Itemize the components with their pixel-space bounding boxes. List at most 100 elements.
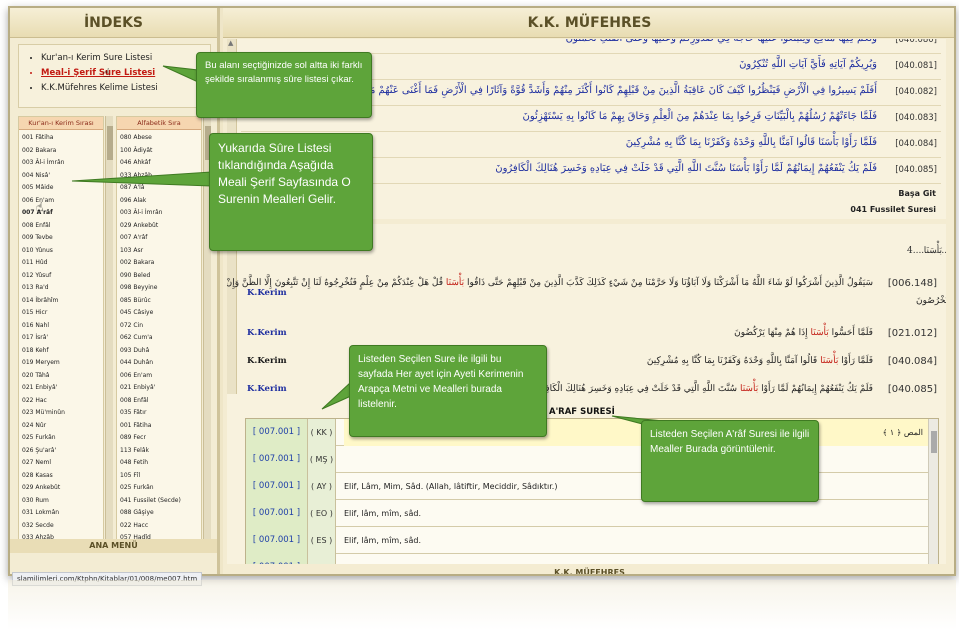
sure-list-item[interactable]: 090 Beled	[120, 270, 201, 283]
sure-list-item[interactable]: 088 Gâşiye	[120, 507, 201, 520]
sure-list-item[interactable]: 020 Tâhâ	[22, 370, 103, 383]
arabic-before: فَلَمَّا أَحَسُّوا	[831, 328, 873, 338]
meal-text	[344, 446, 929, 473]
sure-list-item[interactable]: 024 Nûr	[22, 420, 103, 433]
sure-list-item[interactable]: 017 İsrâ'	[22, 332, 103, 345]
sure-list-item[interactable]: 016 Nahl	[22, 320, 103, 333]
sure-list-item[interactable]: 100 Âdiyât	[120, 145, 201, 158]
quran-order-scrollbar[interactable]	[105, 116, 113, 548]
sure-list-item[interactable]: 026 Şu'arâ'	[22, 445, 103, 458]
kkerim-link[interactable]: K.Kerim	[247, 356, 287, 366]
sure-list-item[interactable]: 080 Abese	[120, 132, 201, 145]
sure-list-item[interactable]: 046 Ahkâf	[120, 157, 201, 170]
sure-list-item[interactable]: 030 Rum	[22, 495, 103, 508]
arabic-before: فَلَمْ يَكُ يَنْفَعُهُمْ إِيمَانُهُمْ لَ…	[761, 384, 873, 394]
sure-list-item[interactable]: 008 Enfâl	[120, 395, 201, 408]
meal-ref-link[interactable]: [ 007.001 ]	[246, 554, 308, 564]
result-arabic-line2: تَخْرُصُونَ	[916, 296, 946, 306]
sure-list-item[interactable]: 015 Hicr	[22, 307, 103, 320]
meal-row: [ 007.001 ]( MŞ )	[246, 446, 938, 473]
kkerim-link[interactable]: K.Kerim	[247, 328, 287, 338]
sure-list-item[interactable]: 087 A'lâ	[120, 182, 201, 195]
sure-list-item[interactable]: 004 Nisâ'	[22, 170, 103, 183]
sure-list-item[interactable]: 014 İbrâhîm	[22, 295, 103, 308]
mufehres-footer: K.K. MÜFEHRES	[554, 568, 625, 576]
sure-list-item[interactable]: 089 Fecr	[120, 432, 201, 445]
sure-list-item[interactable]: 011 Hûd	[22, 257, 103, 270]
meal-ref-link[interactable]: [ 007.001 ]	[246, 446, 308, 473]
sure-list-item[interactable]: 113 Felâk	[120, 445, 201, 458]
index-menu-item[interactable]: Kur'an-ı Kerim Sure Listesi	[41, 51, 210, 66]
index-menu-item[interactable]: K.K.Müfehres Kelime Listesi	[41, 81, 210, 96]
sure-list-item[interactable]: 009 Tevbe	[22, 232, 103, 245]
kkerim-link[interactable]: K.Kerim	[247, 288, 287, 298]
main-menu-link[interactable]: ANA MENÜ	[10, 539, 217, 553]
sure-list-item[interactable]: 035 Fâtır	[120, 407, 201, 420]
sure-list-item[interactable]: 008 Enfâl	[22, 220, 103, 233]
sure-list-item[interactable]: 029 Ankebût	[22, 482, 103, 495]
meal-ref-link[interactable]: [ 007.001 ]	[246, 419, 308, 446]
index-menu-item[interactable]: Meal-i Şerif Sure Listesi	[41, 66, 210, 81]
sure-list-item[interactable]: 096 Alak	[120, 195, 201, 208]
sure-list-item[interactable]: 048 Fetih	[120, 457, 201, 470]
sure-list-item[interactable]: 027 Neml	[22, 457, 103, 470]
verse-arabic: فَلَمَّا جَاءَتْهُمْ رُسُلُهُمْ بِالْبَي…	[522, 111, 877, 122]
sure-list-item[interactable]: 001 Fâtiha	[120, 420, 201, 433]
meal-source-code: ( KK )	[308, 419, 336, 446]
result-ref: [006.148]	[887, 278, 937, 289]
sure-list-item[interactable]: 013 Ra'd	[22, 282, 103, 295]
search-word: بَأْسَنَا	[923, 246, 942, 256]
sure-list-item[interactable]: 002 Bakara	[22, 145, 103, 158]
sure-list-item[interactable]: 003 Âl-i İmrân	[120, 207, 201, 220]
sure-list-item[interactable]: 021 Enbiyâ'	[22, 382, 103, 395]
sure-list-item[interactable]: 019 Meryem	[22, 357, 103, 370]
sure-list-item[interactable]: 022 Hac	[22, 395, 103, 408]
sure-list-item[interactable]: 006 En'am	[120, 370, 201, 383]
sure-list-item[interactable]: 028 Kasas	[22, 470, 103, 483]
sure-list-item[interactable]: 007 A'râf	[22, 207, 103, 220]
next-sure-link[interactable]: 041 Fussilet Suresi	[850, 205, 936, 214]
sure-list-item[interactable]: 105 Fîl	[120, 470, 201, 483]
sure-list-item[interactable]: 021 Enbiyâ'	[120, 382, 201, 395]
sure-list-item[interactable]: 025 Furkân	[120, 482, 201, 495]
meal-source-code: ( NQ )	[308, 554, 336, 564]
index-title: İNDEKS	[10, 8, 217, 38]
result-ref: [040.085]	[887, 384, 937, 395]
sure-list-item[interactable]: 098 Beyyine	[120, 282, 201, 295]
back-to-top-link[interactable]: Başa Git	[898, 189, 936, 198]
verse-ref: [040.084]	[895, 139, 937, 149]
sure-list-item[interactable]: 029 Ankebût	[120, 220, 201, 233]
sure-list-item[interactable]: 010 Yûnus	[22, 245, 103, 258]
sure-list-item[interactable]: 007 A'râf	[120, 232, 201, 245]
sure-list-item[interactable]: 001 Fâtiha	[22, 132, 103, 145]
sure-list-item[interactable]: 002 Bakara	[120, 257, 201, 270]
meal-ref-link[interactable]: [ 007.001 ]	[246, 500, 308, 527]
sure-list-item[interactable]: 003 Âl-i İmrân	[22, 157, 103, 170]
sure-list-item[interactable]: 093 Duhâ	[120, 345, 201, 358]
sure-list-item[interactable]: 031 Lokmân	[22, 507, 103, 520]
sure-list-item[interactable]: 022 Hacc	[120, 520, 201, 533]
sure-list-item[interactable]: 045 Câsiye	[120, 307, 201, 320]
verse-arabic: فَلَمْ يَكُ يَنْفَعُهُمْ إِيمَانُهُمْ لَ…	[495, 163, 877, 174]
meal-text: Elif, Lâm, Mim, Sâd. (Allah, lâtiftir, M…	[344, 482, 558, 491]
sure-list-item[interactable]: 062 Cum'a	[120, 332, 201, 345]
hand-cursor-icon: ☝	[36, 200, 44, 214]
sure-list-item[interactable]: 103 Asr	[120, 245, 201, 258]
sure-list-item[interactable]: 032 Secde	[22, 520, 103, 533]
meal-table-scrollbar[interactable]	[928, 419, 938, 564]
sure-list-item[interactable]: 006 En'am	[22, 195, 103, 208]
sure-list-item[interactable]: 044 Duhân	[120, 357, 201, 370]
meal-ref-link[interactable]: [ 007.001 ]	[246, 473, 308, 500]
sure-list-item[interactable]: 023 Mü'minûn	[22, 407, 103, 420]
sure-list-item[interactable]: 018 Kehf	[22, 345, 103, 358]
meal-ref-link[interactable]: [ 007.001 ]	[246, 527, 308, 554]
sure-list-item[interactable]: 012 Yûsuf	[22, 270, 103, 283]
sure-list-item[interactable]: 085 Bürûc	[120, 295, 201, 308]
kkerim-link[interactable]: K.Kerim	[247, 384, 287, 394]
mufehres-title: K.K. MÜFEHRES	[223, 8, 954, 38]
sure-list-item[interactable]: 025 Furkân	[22, 432, 103, 445]
sure-list-item[interactable]: 072 Cin	[120, 320, 201, 333]
sure-list-item[interactable]: 005 Mâide	[22, 182, 103, 195]
sure-list-item[interactable]: 041 Fussilet (Secde)	[120, 495, 201, 508]
sure-list-item[interactable]: 033 Ahzâb	[120, 170, 201, 183]
